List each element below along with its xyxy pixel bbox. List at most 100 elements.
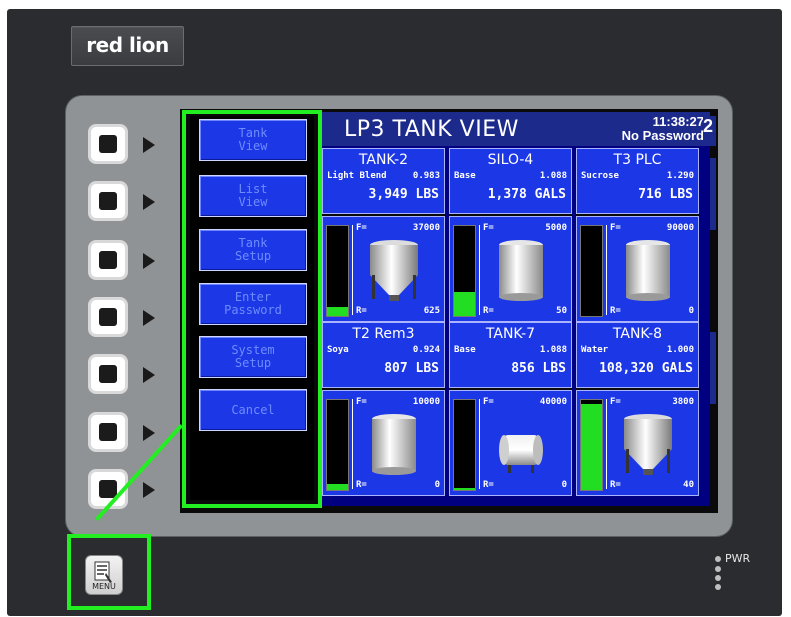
- power-led: [715, 556, 721, 562]
- brand-logo-text: red lion: [86, 33, 169, 57]
- full-value: 90000: [666, 223, 694, 233]
- cone-tank-icon: [624, 414, 672, 475]
- tank-tile[interactable]: T2 Rem3 Soya 0.924 807 LBS F= 10000 R= 0: [322, 322, 445, 496]
- reserve-label: R=: [356, 480, 367, 490]
- power-label: PWR: [725, 552, 751, 565]
- reserve-label: R=: [610, 306, 621, 316]
- full-value: 10000: [412, 397, 440, 407]
- reserve-value: 0: [561, 480, 567, 490]
- screen-title: LP3 TANK VIEW: [344, 117, 519, 142]
- full-value: 5000: [545, 223, 567, 233]
- level-bar: [453, 225, 476, 317]
- tank-name: T2 Rem3: [352, 326, 415, 342]
- tank-graphic-area: F= 90000 R= 0: [576, 216, 699, 322]
- level-bar: [453, 399, 476, 491]
- horizontal-tank-icon: [499, 435, 543, 473]
- tank-tile[interactable]: TANK-2 Light Blend 0.983 3,949 LBS F= 37000 R=…: [322, 148, 445, 322]
- tank-name: SILO-4: [487, 152, 534, 168]
- reserve-value: 0: [688, 306, 694, 316]
- soft-key-6[interactable]: [88, 412, 128, 452]
- full-label: F=: [356, 223, 367, 233]
- tank-name: T3 PLC: [613, 152, 662, 168]
- level-bar: [580, 399, 603, 491]
- scale-line: [352, 225, 353, 315]
- full-value: 40000: [539, 397, 567, 407]
- tank-tile[interactable]: SILO-4 Base 1.088 1,378 GALS F= 5000 R= 50: [449, 148, 572, 322]
- product-name: Light Blend: [327, 171, 387, 181]
- scale-line: [479, 225, 480, 315]
- level-bar: [326, 399, 349, 491]
- cylinder-tank-icon: [372, 414, 416, 475]
- user-status: No Password: [621, 128, 704, 143]
- reserve-label: R=: [356, 306, 367, 316]
- scale-line: [606, 225, 607, 315]
- product-name: Water: [581, 345, 609, 355]
- tank-graphic-area: F= 10000 R= 0: [322, 390, 445, 496]
- level-bar: [580, 225, 603, 317]
- level-bar: [326, 225, 349, 317]
- arrow-right-icon: [143, 310, 155, 326]
- level-fill: [327, 307, 348, 316]
- soft-key-1[interactable]: [88, 124, 128, 164]
- status-clock: 11:38:27 No Password: [612, 115, 704, 143]
- scale-line: [479, 399, 480, 489]
- soft-key-3[interactable]: [88, 240, 128, 280]
- status-led: [715, 575, 721, 581]
- menu-key[interactable]: MENU: [85, 555, 123, 595]
- tank-graphic-area: F= 5000 R= 50: [449, 216, 572, 322]
- status-led: [715, 584, 721, 590]
- tank-quantity: 716 LBS: [638, 187, 693, 202]
- soft-key-2[interactable]: [88, 181, 128, 221]
- scale-line: [352, 399, 353, 489]
- arrow-right-icon: [143, 137, 155, 153]
- soft-key-5[interactable]: [88, 354, 128, 394]
- specific-gravity: 0.983: [412, 171, 440, 181]
- tank-header: TANK-2 Light Blend 0.983 3,949 LBS: [322, 148, 445, 214]
- arrow-right-icon: [143, 253, 155, 269]
- full-label: F=: [483, 223, 494, 233]
- specific-gravity: 1.088: [539, 345, 567, 355]
- tank-tile[interactable]: T3 PLC Sucrose 1.290 716 LBS F= 90000 R= 0: [576, 148, 699, 322]
- specific-gravity: 1.000: [666, 345, 694, 355]
- full-label: F=: [483, 397, 494, 407]
- status-led: [715, 566, 721, 572]
- arrow-right-icon: [143, 367, 155, 383]
- time-display: 11:38:27: [652, 114, 704, 129]
- level-fill: [581, 403, 602, 490]
- level-fill: [454, 291, 475, 316]
- tank-header: TANK-7 Base 1.088 856 LBS: [449, 322, 572, 388]
- product-name: Base: [454, 171, 476, 181]
- product-name: Sucrose: [581, 171, 619, 181]
- reserve-label: R=: [610, 480, 621, 490]
- scale-line: [606, 399, 607, 489]
- full-value: 3800: [672, 397, 694, 407]
- tank-quantity: 3,949 LBS: [368, 187, 439, 202]
- tank-header: T3 PLC Sucrose 1.290 716 LBS: [576, 148, 699, 214]
- brand-logo: red lion: [71, 26, 184, 66]
- arrow-right-icon: [143, 425, 155, 441]
- full-label: F=: [356, 397, 367, 407]
- soft-key-4[interactable]: [88, 297, 128, 337]
- level-fill: [454, 488, 475, 490]
- arrow-right-icon: [143, 194, 155, 210]
- tank-header: SILO-4 Base 1.088 1,378 GALS: [449, 148, 572, 214]
- reserve-label: R=: [483, 306, 494, 316]
- tank-graphic-area: F= 40000 R= 0: [449, 390, 572, 496]
- level-fill: [327, 483, 348, 490]
- tank-header: T2 Rem3 Soya 0.924 807 LBS: [322, 322, 445, 388]
- tank-graphic-area: F= 3800 R= 40: [576, 390, 699, 496]
- product-name: Base: [454, 345, 476, 355]
- tank-tile[interactable]: TANK-8 Water 1.000 108,320 GALS F= 3800 R= 40: [576, 322, 699, 496]
- tank-quantity: 108,320 GALS: [599, 361, 693, 376]
- tank-name: TANK-2: [358, 152, 409, 168]
- tank-header: TANK-8 Water 1.000 108,320 GALS: [576, 322, 699, 388]
- tank-tile[interactable]: TANK-7 Base 1.088 856 LBS F= 40000 R= 0: [449, 322, 572, 496]
- tank-name: TANK-8: [612, 326, 663, 342]
- tank-name: TANK-7: [485, 326, 536, 342]
- full-value: 37000: [412, 223, 440, 233]
- reserve-value: 40: [683, 480, 694, 490]
- tank-quantity: 807 LBS: [384, 361, 439, 376]
- menu-key-label: MENU: [92, 582, 116, 591]
- cylinder-tank-icon: [626, 240, 670, 301]
- reserve-value: 625: [423, 306, 440, 316]
